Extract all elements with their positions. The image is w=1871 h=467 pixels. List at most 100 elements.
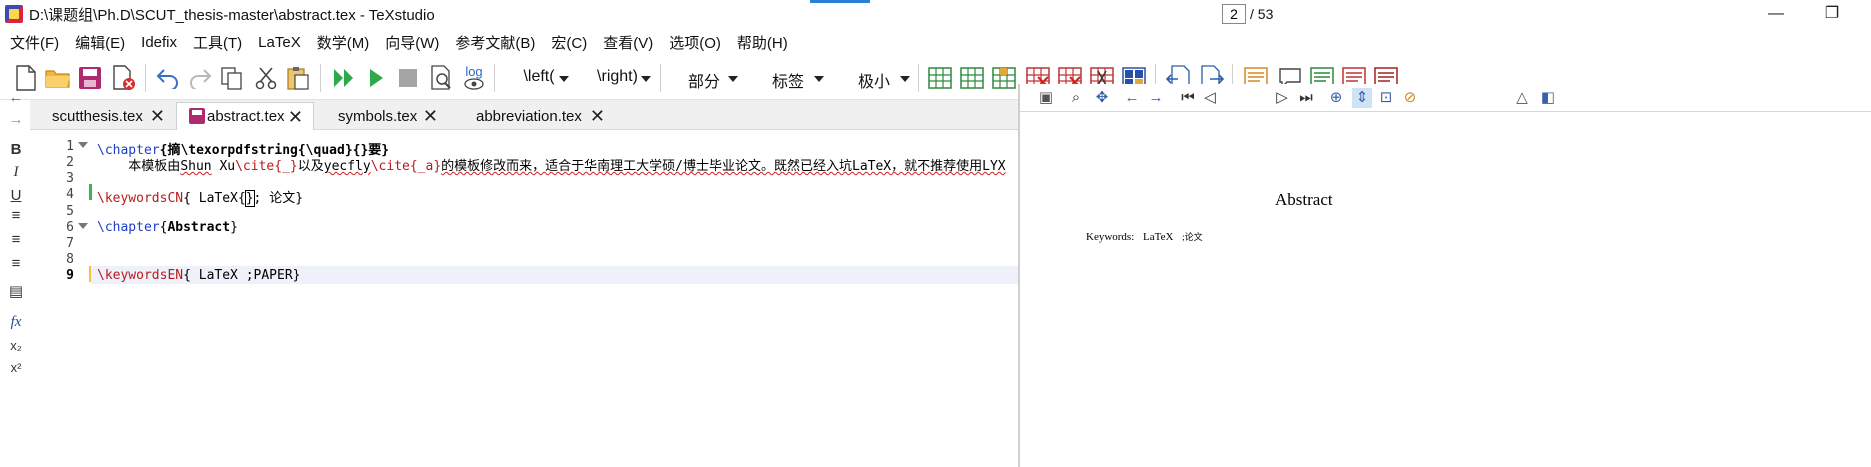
window-icon[interactable]: ◧	[1538, 88, 1558, 108]
build-view-icon[interactable]	[330, 64, 358, 92]
chevron-down-icon	[728, 76, 738, 82]
menu-tools[interactable]: 工具(T)	[185, 32, 250, 53]
page-number-input[interactable]: 2	[1222, 4, 1246, 24]
menu-wizards[interactable]: 向导(W)	[377, 32, 447, 53]
fold-arrow-icon[interactable]	[78, 223, 88, 229]
align-left-icon[interactable]: ≡	[6, 206, 26, 226]
line-number: 2	[66, 155, 74, 170]
add-column-icon[interactable]	[990, 64, 1018, 92]
search-icon[interactable]: ⌕	[1066, 88, 1086, 108]
label-combo[interactable]: 标签	[748, 64, 828, 92]
fold-arrow-icon[interactable]	[78, 142, 88, 148]
undo-icon[interactable]	[154, 64, 182, 92]
code-line-1: \chapter{摘\texorpdfstring{\quad}{}要}	[97, 143, 390, 158]
line-number: 6	[66, 220, 74, 235]
close-file-icon[interactable]	[110, 64, 138, 92]
subscript-icon[interactable]: x₂	[6, 336, 26, 356]
close-icon[interactable]: ✕	[288, 107, 303, 128]
menu-math[interactable]: 数学(M)	[309, 32, 378, 53]
menu-options[interactable]: 选项(O)	[661, 32, 729, 53]
sync-cursor-icon[interactable]: ✥	[1092, 88, 1112, 108]
menu-idefix[interactable]: Idefix	[133, 34, 185, 51]
section-combo[interactable]: 部分	[666, 64, 742, 92]
next-page-icon[interactable]: ▷	[1272, 88, 1292, 108]
add-row-icon[interactable]	[958, 64, 986, 92]
paste-icon[interactable]	[284, 64, 312, 92]
compile-icon[interactable]	[362, 64, 390, 92]
tab-symbols[interactable]: symbols.tex ✕	[316, 102, 448, 130]
fit-width-icon[interactable]: ⇕	[1352, 88, 1372, 108]
italic-icon[interactable]: I	[6, 162, 26, 182]
chevron-down-icon	[641, 76, 651, 82]
menu-macros[interactable]: 宏(C)	[543, 32, 595, 53]
table-icon[interactable]	[926, 64, 954, 92]
first-page-icon[interactable]: ⏮	[1178, 88, 1198, 108]
log-label: log	[465, 64, 483, 79]
minimize-button[interactable]: —	[1766, 4, 1786, 24]
left-delimiter-combo[interactable]: \left(	[505, 64, 573, 92]
close-icon[interactable]: ✕	[590, 106, 605, 127]
font-size-combo[interactable]: 极小	[834, 64, 914, 92]
menu-view[interactable]: 查看(V)	[595, 32, 661, 53]
close-icon[interactable]: ✕	[423, 106, 438, 127]
tab-label: scutthesis.tex	[52, 107, 143, 125]
pdf-print-icon[interactable]: ▣	[1036, 88, 1056, 108]
align-right-icon[interactable]: ≡	[6, 254, 26, 274]
pdf-keywords-label: Keywords:	[1086, 231, 1135, 243]
toolbar-separator	[320, 64, 321, 92]
magnifier-icon[interactable]: ⊘	[1400, 88, 1420, 108]
open-folder-icon[interactable]	[44, 64, 72, 92]
restore-button[interactable]: ❐	[1822, 4, 1842, 24]
right-delimiter-combo[interactable]: \right)	[580, 64, 655, 92]
math-function-icon[interactable]: fx	[6, 312, 26, 332]
tab-scutthesis[interactable]: scutthesis.tex ✕	[30, 102, 175, 130]
stop-icon[interactable]	[394, 64, 422, 92]
previous-page-icon[interactable]: ◁	[1200, 88, 1220, 108]
collapse-icon[interactable]: △	[1512, 88, 1532, 108]
zoom-in-icon[interactable]: ⊕	[1326, 88, 1346, 108]
back-arrow-icon[interactable]: ←	[1122, 88, 1142, 108]
line-number: 5	[66, 204, 74, 219]
window-title: D:\课题组\Ph.D\SCUT_thesis-master\abstract.…	[29, 6, 435, 24]
save-icon[interactable]	[76, 64, 104, 92]
forward-arrow-icon[interactable]: →	[1146, 88, 1166, 108]
bold-icon[interactable]: B	[6, 140, 26, 160]
pdf-keywords-value: LaTeX	[1143, 231, 1174, 243]
view-pdf-icon[interactable]	[428, 64, 456, 92]
structure-view-icon[interactable]: ▤	[6, 282, 26, 302]
menu-bibliography[interactable]: 参考文献(B)	[447, 32, 543, 53]
fit-page-icon[interactable]: ⊡	[1376, 88, 1396, 108]
code-editor[interactable]: 1 2 3 4 5 6 7 8 9 \chapter{摘\texorpdfstr…	[30, 130, 1018, 467]
chevron-down-icon	[900, 76, 910, 82]
menu-edit[interactable]: 编辑(E)	[67, 32, 133, 53]
underline-icon[interactable]: U	[6, 186, 26, 206]
line-number-current: 9	[66, 268, 74, 283]
align-center-icon[interactable]: ≡	[6, 230, 26, 250]
tab-abstract[interactable]: abstract.tex ✕	[176, 102, 314, 130]
line-number: 3	[66, 171, 74, 186]
pdf-preview-page[interactable]: Abstract Keywords: LaTeX ;论文	[1020, 112, 1871, 467]
code-line-9: \keywordsEN{ LaTeX ;PAPER}	[97, 268, 301, 283]
line-number-gutter: 1 2 3 4 5 6 7 8 9	[30, 130, 92, 467]
menu-file[interactable]: 文件(F)	[2, 32, 67, 53]
forward-arrow-icon[interactable]: →	[6, 110, 26, 130]
code-line-2: 本模板由Shun Xu\cite{_}以及yecfly\cite{_a}的模板修…	[97, 159, 1006, 174]
redo-icon[interactable]	[186, 64, 214, 92]
menu-latex[interactable]: LaTeX	[250, 34, 309, 51]
last-page-icon[interactable]: ⏭	[1296, 88, 1316, 108]
copy-icon[interactable]	[218, 64, 246, 92]
pdf-abstract-heading: Abstract	[1275, 190, 1333, 209]
back-arrow-icon[interactable]: ←	[6, 88, 26, 108]
pdf-viewer-toolbar: ▣ ⌕ ✥ ← → ⏮ ◁ ▷ ⏭ ⊕ ⇕ ⊡ ⊘ △ ◧	[1020, 84, 1871, 112]
code-text-area[interactable]: \chapter{摘\texorpdfstring{\quad}{}要} 本模板…	[91, 130, 1018, 467]
line-number: 1	[66, 139, 74, 154]
cut-icon[interactable]	[252, 64, 280, 92]
tab-abbreviation[interactable]: abbreviation.tex ✕	[450, 102, 615, 130]
superscript-icon[interactable]: x²	[6, 358, 26, 378]
view-log-icon[interactable]: log	[460, 64, 488, 92]
page-total: / 53	[1250, 6, 1274, 22]
text-cursor: }	[244, 190, 255, 207]
menu-help[interactable]: 帮助(H)	[729, 32, 796, 53]
close-icon[interactable]: ✕	[150, 106, 165, 127]
modified-save-icon	[189, 108, 205, 124]
